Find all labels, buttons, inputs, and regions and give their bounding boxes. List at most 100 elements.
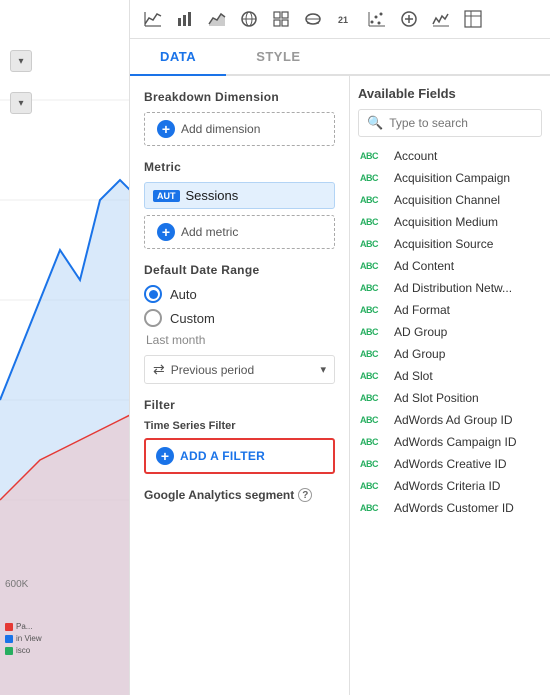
world-map-icon[interactable]	[300, 8, 326, 30]
svg-text:21: 21	[338, 15, 348, 25]
field-item[interactable]: ABC Acquisition Medium	[358, 211, 542, 233]
field-item[interactable]: ABCAcquisition Source	[358, 233, 542, 255]
custom-radio-label: Custom	[170, 311, 215, 326]
add-dimension-plus-icon: +	[157, 120, 175, 138]
field-item[interactable]: ABC Acquisition Campaign	[358, 167, 542, 189]
search-input[interactable]	[389, 116, 533, 130]
auto-radio-button[interactable]	[144, 285, 162, 303]
abc-badge: ABC	[360, 503, 388, 513]
field-name: AdWords Creative ID	[394, 457, 506, 471]
last-month-label: Last month	[146, 333, 335, 347]
abc-badge: ABC	[360, 393, 388, 403]
abc-badge: ABC	[360, 459, 388, 469]
field-item[interactable]: ABC Ad Format	[358, 299, 542, 321]
bullet-chart-icon[interactable]	[396, 8, 422, 30]
line-chart-icon[interactable]	[140, 8, 166, 30]
abc-badge: ABC	[360, 151, 388, 161]
number-chart-icon[interactable]: 21	[332, 8, 358, 30]
custom-radio-item[interactable]: Custom	[144, 309, 335, 327]
add-filter-label: ADD A FILTER	[180, 449, 265, 463]
field-item[interactable]: ABC AdWords Criteria ID	[358, 475, 542, 497]
add-filter-button[interactable]: + ADD A FILTER	[144, 438, 335, 474]
add-metric-button[interactable]: + Add metric	[144, 215, 335, 249]
panel-tabs: DATA STYLE	[130, 39, 550, 76]
field-item[interactable]: ABC Ad Distribution Netw...	[358, 277, 542, 299]
abc-badge: ABC	[360, 283, 388, 293]
comparison-dropdown[interactable]: ⇄ Previous period ▾	[144, 355, 335, 384]
field-item[interactable]: ABCAdWords Campaign ID	[358, 431, 542, 453]
scatter-chart-icon[interactable]	[364, 8, 390, 30]
y-axis-label: 600K	[5, 579, 28, 590]
abc-badge: ABC	[360, 305, 388, 315]
field-name: AdWords Criteria ID	[394, 479, 500, 493]
auto-radio-label: Auto	[170, 287, 197, 302]
abc-badge: ABC	[360, 327, 388, 337]
legend-item-1: Pa...	[5, 622, 42, 631]
abc-badge: ABC	[360, 239, 388, 249]
abc-badge: ABC	[360, 195, 388, 205]
pivot-table-icon[interactable]	[460, 8, 486, 30]
available-fields-panel: Available Fields 🔍 ABCAccountABCAcquisit…	[350, 76, 550, 695]
field-name: Ad Distribution Netw...	[394, 281, 512, 295]
tab-style[interactable]: STYLE	[226, 39, 330, 74]
abc-badge: ABC	[360, 261, 388, 271]
field-name: AD Group	[394, 325, 447, 339]
content-area: Breakdown Dimension + Add dimension Metr…	[130, 76, 550, 695]
field-name: Acquisition Campaign	[394, 171, 510, 185]
comparison-label: Previous period	[171, 363, 315, 377]
search-box[interactable]: 🔍	[358, 109, 542, 137]
metric-item-sessions[interactable]: AUT Sessions	[144, 182, 335, 209]
sparkline-icon[interactable]	[428, 8, 454, 30]
add-metric-plus-icon: +	[157, 223, 175, 241]
date-range-title: Default Date Range	[144, 263, 335, 277]
auto-radio-item[interactable]: Auto	[144, 285, 335, 303]
date-range-section: Default Date Range Auto Custom Last mont…	[144, 263, 335, 384]
field-name: Acquisition Channel	[394, 193, 500, 207]
field-name: Ad Group	[394, 347, 445, 361]
abc-badge: ABC	[360, 217, 388, 227]
help-icon[interactable]: ?	[298, 488, 312, 502]
field-name: Ad Format	[394, 303, 450, 317]
abc-badge: ABC	[360, 481, 388, 491]
add-filter-plus-icon: +	[156, 447, 174, 465]
area-chart-icon[interactable]	[204, 8, 230, 30]
field-item[interactable]: ABC Acquisition Channel	[358, 189, 542, 211]
grid-icon[interactable]	[268, 8, 294, 30]
field-item[interactable]: ABCAd Slot	[358, 365, 542, 387]
field-item[interactable]: ABCAd Content	[358, 255, 542, 277]
left-sidebar: ▾ ▾ 600K Pa... in View isco	[0, 0, 130, 695]
field-item[interactable]: ABCAd Group	[358, 343, 542, 365]
breakdown-section-title: Breakdown Dimension	[144, 90, 335, 104]
abc-badge: ABC	[360, 415, 388, 425]
tab-data[interactable]: DATA	[130, 39, 226, 76]
date-range-radio-group: Auto Custom	[144, 285, 335, 327]
abc-badge: ABC	[360, 173, 388, 183]
field-item[interactable]: ABCAd Slot Position	[358, 387, 542, 409]
custom-radio-button[interactable]	[144, 309, 162, 327]
add-dimension-label: Add dimension	[181, 122, 260, 136]
field-item[interactable]: ABC AD Group	[358, 321, 542, 343]
filter-section: Filter Time Series Filter + ADD A FILTER	[144, 398, 335, 474]
field-item[interactable]: ABC AdWords Creative ID	[358, 453, 542, 475]
field-name: Acquisition Medium	[394, 215, 498, 229]
available-fields-title: Available Fields	[358, 86, 542, 101]
compare-arrows-icon: ⇄	[153, 361, 165, 378]
metric-section-title: Metric	[144, 160, 335, 174]
fields-list: ABCAccountABCAcquisition CampaignABCAcqu…	[358, 145, 542, 685]
ga-segment-label: Google Analytics segment	[144, 488, 294, 502]
field-item[interactable]: ABC AdWords Customer ID	[358, 497, 542, 519]
sidebar-button-1[interactable]: ▾	[10, 50, 32, 72]
field-name: AdWords Ad Group ID	[394, 413, 513, 427]
config-panel: Breakdown Dimension + Add dimension Metr…	[130, 76, 350, 695]
sidebar-button-2[interactable]: ▾	[10, 92, 32, 114]
bar-chart-icon[interactable]	[172, 8, 198, 30]
auto-radio-dot	[149, 290, 158, 299]
main-panel: 21	[130, 0, 550, 695]
field-item[interactable]: ABC AdWords Ad Group ID	[358, 409, 542, 431]
chart-preview-area: ▾ ▾ 600K Pa... in View isco	[0, 0, 129, 695]
field-item[interactable]: ABC Account	[358, 145, 542, 167]
field-name: AdWords Customer ID	[394, 501, 514, 515]
field-name: Account	[394, 149, 437, 163]
globe-icon[interactable]	[236, 8, 262, 30]
add-dimension-button[interactable]: + Add dimension	[144, 112, 335, 146]
